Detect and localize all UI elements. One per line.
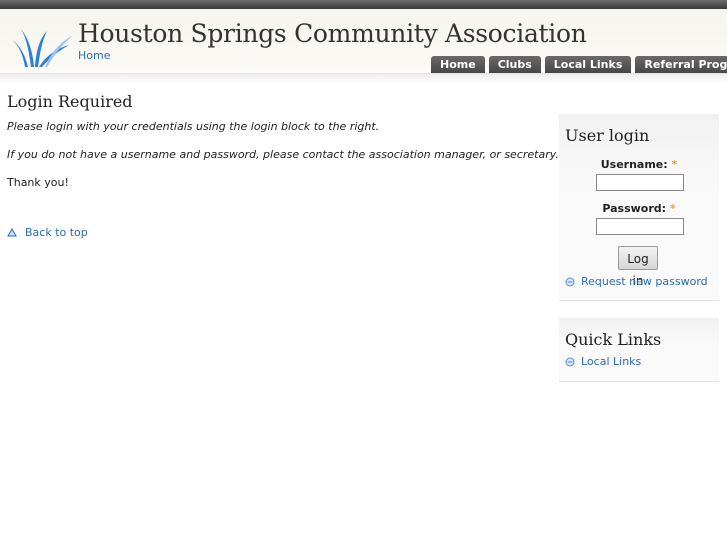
tab-local-links[interactable]: Local Links: [544, 56, 632, 73]
request-password-link[interactable]: Request new password: [565, 275, 708, 288]
password-input[interactable]: [596, 218, 684, 235]
username-label: Username: *: [600, 158, 678, 171]
grass-logo-icon[interactable]: [7, 27, 75, 71]
circle-bullet-icon: [565, 277, 575, 286]
top-bar: [0, 0, 727, 9]
request-password-label: Request new password: [581, 275, 708, 288]
page-title: Login Required: [7, 92, 133, 111]
site-header: Houston Springs Community Association Ho…: [0, 9, 727, 74]
quick-link-local-links[interactable]: Local Links: [565, 355, 641, 368]
login-message: Please login with your credentials using…: [7, 120, 380, 133]
quick-links-title: Quick Links: [565, 330, 662, 349]
home-breadcrumb-link[interactable]: Home: [78, 49, 110, 62]
quick-link-label: Local Links: [581, 355, 642, 368]
tab-referral-program[interactable]: Referral Program: [635, 56, 727, 73]
header-shadow: [0, 74, 727, 84]
user-login-title: User login: [565, 126, 650, 145]
back-to-top-label: Back to top: [25, 226, 88, 239]
contact-message: If you do not have a username and passwo…: [7, 148, 559, 161]
tab-clubs[interactable]: Clubs: [488, 56, 541, 73]
password-label: Password: *: [602, 202, 676, 215]
back-to-top-link[interactable]: Back to top: [7, 226, 88, 239]
thanks-text: Thank you!: [7, 176, 69, 189]
up-triangle-icon: [7, 228, 17, 237]
primary-tabs: Home Clubs Local Links Referral Program: [431, 56, 727, 73]
required-marker: *: [671, 158, 678, 171]
login-button[interactable]: Log in: [618, 246, 658, 288]
circle-bullet-icon: [565, 357, 575, 366]
site-name[interactable]: Houston Springs Community Association: [78, 19, 587, 48]
required-marker: *: [669, 202, 676, 215]
tab-home[interactable]: Home: [431, 56, 485, 73]
quick-links-block: Quick Links Local Links: [559, 318, 719, 382]
user-login-block: User login Username: * Password: * Log i…: [559, 114, 719, 301]
username-input[interactable]: [596, 174, 684, 191]
